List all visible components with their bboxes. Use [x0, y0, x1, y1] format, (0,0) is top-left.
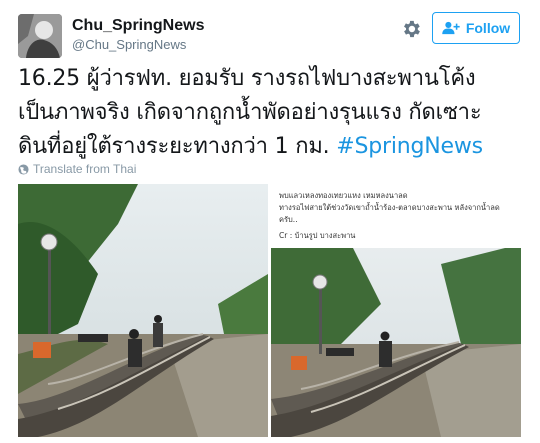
caption-line-3: ครับ..: [279, 215, 298, 224]
translate-label: Translate from Thai: [33, 162, 137, 176]
follow-label: Follow: [465, 20, 511, 36]
hashtag-link[interactable]: #SpringNews: [336, 134, 483, 159]
photo-caption-box: พบแลวเหลงทองเทยวแหง เหมหลงนาลด ทางรอไฟสา…: [271, 184, 521, 248]
caption-line-2: ทางรอไฟสายใต้ช่วงวัดเขาถ้ำน้ำร้อง-ตลาดบา…: [279, 203, 500, 212]
tweet-line-2: เป็นภาพจริง เกิดจากถูกน้ำพัดอย่างรุนแรง …: [18, 100, 482, 125]
user-handle[interactable]: @Chu_SpringNews: [72, 37, 186, 52]
tweet-line-3-text: ดินที่อยู่ใต้รางระยะทางกว่า 1 กม.: [18, 134, 337, 159]
caption-line-1: พบแลวเหลงทองเทยวแหง เหมหลงนาลด: [279, 191, 408, 200]
tweet-text: 16.25 ผู้ว่ารฟท. ยอมรับ รางรถไฟบางสะพานโ…: [18, 62, 524, 164]
globe-icon: [18, 163, 29, 175]
tweet-line-1: 16.25 ผู้ว่ารฟท. ยอมรับ รางรถไฟบางสะพานโ…: [18, 66, 476, 91]
caption-credit: Cr : บ้านรูป บางสะพาน: [279, 231, 356, 240]
photo-left[interactable]: [18, 184, 268, 437]
follow-button[interactable]: Follow: [432, 12, 520, 44]
gear-icon[interactable]: [400, 18, 422, 40]
translate-link[interactable]: Translate from Thai: [18, 162, 136, 176]
tweet-line-3: ดินที่อยู่ใต้รางระยะทางกว่า 1 กม. #Sprin…: [18, 130, 524, 164]
photo-right[interactable]: พบแลวเหลงทองเทยวแหง เหมหลงนาลด ทางรอไฟสา…: [271, 184, 521, 437]
avatar[interactable]: [18, 14, 62, 58]
add-user-icon: [442, 21, 460, 35]
user-display-name[interactable]: Chu_SpringNews: [72, 17, 204, 35]
